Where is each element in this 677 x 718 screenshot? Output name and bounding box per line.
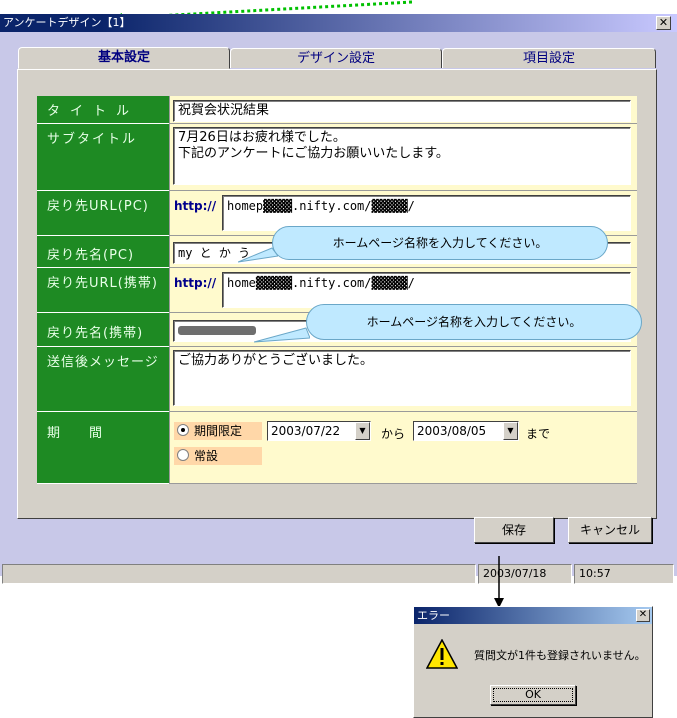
callout-mobile-name: ホームページ名称を入力してください。: [306, 304, 642, 340]
subtitle-input[interactable]: 7月26日はお疲れ様でした。 下記のアンケートにご協力お願いいたします。: [173, 127, 631, 185]
period-cell: 期間限定 2003/07/22 ▼ から 2003/08/05 ▼ まで 常設: [169, 412, 637, 484]
period-start-value: 2003/07/22: [271, 424, 341, 438]
error-dialog-titlebar: エラー ✕: [414, 607, 652, 624]
callout-pointer: [238, 247, 278, 263]
window-title: アンケートデザイン【1】: [3, 16, 131, 29]
return-url-pc-label: 戻り先URL(PC): [37, 191, 169, 236]
cancel-button[interactable]: キャンセル: [568, 517, 652, 543]
ok-button[interactable]: OK: [490, 685, 576, 705]
callout-mobile-text: ホームページ名称を入力してください。: [366, 315, 582, 329]
sent-message-input[interactable]: ご協力ありがとうございました。: [173, 350, 631, 406]
period-row: 期 間 期間限定 2003/07/22 ▼ から 2003/08/05 ▼ まで: [37, 412, 637, 484]
period-end-value: 2003/08/05: [417, 424, 487, 438]
callout-pc-text: ホームページ名称を入力してください。: [332, 236, 548, 250]
window-titlebar: アンケートデザイン【1】 ✕: [0, 14, 677, 32]
period-from-text: から: [381, 427, 406, 441]
tab-design-settings[interactable]: デザイン設定: [230, 48, 442, 68]
redaction-scribble: [178, 326, 256, 335]
close-icon[interactable]: ✕: [656, 16, 671, 30]
subtitle-label: サブタイトル: [37, 124, 169, 191]
title-row: タイトル 祝賀会状況結果: [37, 96, 637, 124]
callout-pc-name: ホームページ名称を入力してください。: [272, 226, 608, 260]
radio-always-icon[interactable]: [177, 449, 189, 461]
title-cell: 祝賀会状況結果: [169, 96, 637, 124]
chevron-down-icon[interactable]: ▼: [355, 422, 370, 440]
return-url-mobile-label: 戻り先URL(携帯): [37, 268, 169, 313]
callout-pointer: [254, 327, 310, 343]
period-always-option[interactable]: 常設: [174, 447, 262, 465]
save-button[interactable]: 保存: [474, 517, 554, 543]
return-url-mobile-prefix: http://: [174, 276, 217, 290]
sent-message-label: 送信後メッセージ: [37, 347, 169, 412]
title-input[interactable]: 祝賀会状況結果: [173, 100, 631, 122]
status-time: 10:57: [574, 564, 674, 584]
chevron-down-icon[interactable]: ▼: [503, 422, 518, 440]
period-limited-option[interactable]: 期間限定: [174, 422, 262, 440]
tab-basic-settings[interactable]: 基本設定: [18, 47, 230, 69]
error-message: 質問文が1件も登録されいません。: [474, 649, 646, 662]
return-url-pc-prefix: http://: [174, 199, 217, 213]
warning-icon: [426, 639, 458, 669]
period-start-select[interactable]: 2003/07/22 ▼: [267, 421, 371, 441]
subtitle-cell: 7月26日はお疲れ様でした。 下記のアンケートにご協力お願いいたします。: [169, 124, 637, 191]
error-dialog-title: エラー: [417, 609, 450, 622]
close-icon[interactable]: ✕: [636, 609, 650, 622]
return-url-mobile-input[interactable]: home▓▓▓▓▓.nifty.com/▓▓▓▓▓/: [222, 272, 631, 308]
radio-limited-icon[interactable]: [177, 424, 189, 436]
sent-message-row: 送信後メッセージ ご協力ありがとうございました。: [37, 347, 637, 412]
period-until-text: まで: [526, 427, 551, 441]
period-end-select[interactable]: 2003/08/05 ▼: [413, 421, 519, 441]
tab-item-settings[interactable]: 項目設定: [442, 48, 656, 68]
period-always-label: 常設: [194, 449, 219, 463]
status-bar-main: [2, 564, 476, 584]
sent-message-cell: ご協力ありがとうございました。: [169, 347, 637, 412]
title-label: タイトル: [37, 96, 169, 124]
return-name-mobile-label: 戻り先名(携帯): [37, 313, 169, 347]
survey-design-window: アンケートデザイン【1】 ✕ 基本設定 デザイン設定 項目設定 タイトル 祝賀会…: [0, 14, 677, 584]
period-limited-label: 期間限定: [194, 424, 243, 438]
return-name-pc-label: 戻り先名(PC): [37, 236, 169, 268]
period-label: 期 間: [37, 412, 169, 484]
arrow-down-annotation: [494, 556, 504, 608]
subtitle-row: サブタイトル 7月26日はお疲れ様でした。 下記のアンケートにご協力お願いいたし…: [37, 124, 637, 191]
error-dialog: エラー ✕ 質問文が1件も登録されいません。 OK: [413, 606, 653, 718]
